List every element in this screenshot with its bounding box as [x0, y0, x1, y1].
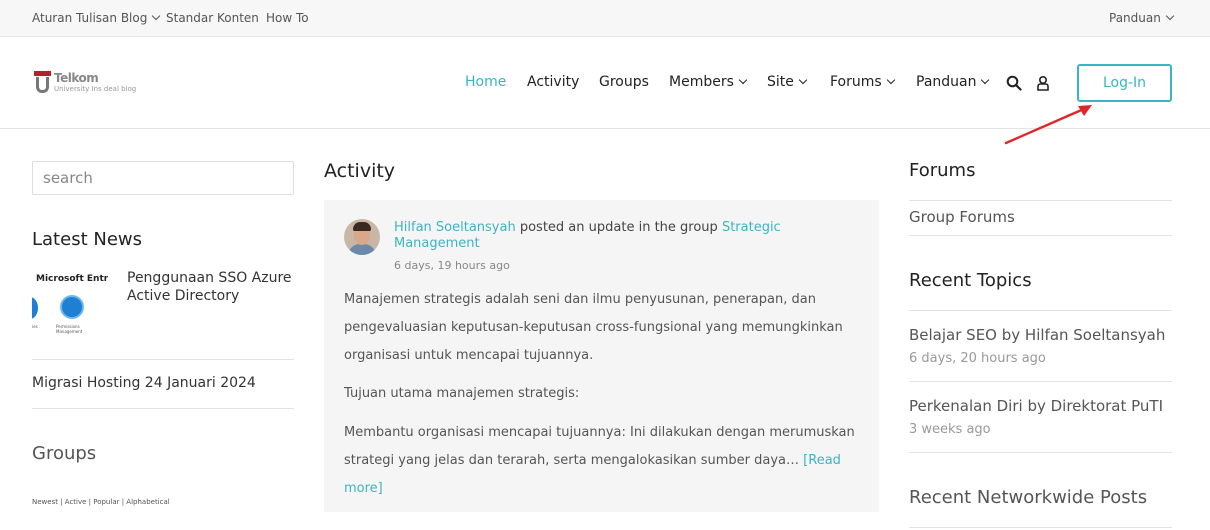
- nav-site[interactable]: Site: [767, 74, 808, 90]
- nav-label: Site: [767, 74, 794, 90]
- nav-home[interactable]: Home: [465, 74, 506, 90]
- nav-label: Forums: [830, 74, 882, 90]
- nav-forums[interactable]: Forums: [830, 74, 895, 90]
- thumbnail-graphic: [32, 297, 38, 319]
- post-paragraph: Membantu organisasi mencapai tujuannya: …: [344, 419, 859, 503]
- thumbnail-caption: Permissions Management: [56, 324, 83, 334]
- divider: [32, 408, 294, 409]
- activity-post: Hilfan Soeltansyah posted an update in t…: [324, 200, 879, 512]
- topbar-link-panduan[interactable]: Panduan: [1109, 11, 1175, 25]
- post-paragraph-text: Membantu organisasi mencapai tujuannya: …: [344, 425, 855, 468]
- topic-author-link[interactable]: Direktorat PuTI: [1051, 397, 1163, 415]
- chevron-down-icon: [886, 75, 895, 85]
- nav-groups[interactable]: Groups: [599, 74, 649, 90]
- post-paragraph: Manajemen strategis adalah seni dan ilmu…: [344, 292, 843, 363]
- post-timestamp[interactable]: 6 days, 19 hours ago: [394, 259, 510, 272]
- news-thumbnail[interactable]: Microsoft Entra ies Permissions Manageme…: [32, 270, 108, 337]
- nav-label: Members: [669, 74, 734, 90]
- topic-by: by: [996, 326, 1025, 344]
- post-author-link[interactable]: Hilfan Soeltansyah: [394, 220, 516, 235]
- topic-author-link[interactable]: Hilfan Soeltansyah: [1025, 326, 1165, 344]
- recent-topics-heading: Recent Topics: [909, 270, 1032, 291]
- annotation-arrow-icon: [1004, 105, 1092, 145]
- nav-label: Panduan: [916, 74, 977, 90]
- divider: [909, 452, 1172, 453]
- news-item-link[interactable]: Migrasi Hosting 24 Januari 2024: [32, 375, 256, 391]
- topbar-link-aturan-tulisan[interactable]: Aturan Tulisan Blog: [32, 11, 161, 25]
- search-icon[interactable]: [1006, 75, 1022, 91]
- logo-name: Telkom: [54, 71, 99, 85]
- chevron-down-icon: [152, 11, 161, 21]
- site-logo[interactable]: Telkom University Ins deal blog: [34, 71, 146, 97]
- topic-timestamp: 3 weeks ago: [909, 422, 991, 437]
- divider: [909, 235, 1172, 236]
- latest-news-heading: Latest News: [32, 229, 142, 250]
- login-button[interactable]: Log-In: [1077, 64, 1172, 102]
- nav-activity[interactable]: Activity: [527, 74, 579, 90]
- chevron-down-icon: [738, 75, 748, 85]
- nav-members[interactable]: Members: [669, 74, 748, 90]
- topic-link[interactable]: Perkenalan Diri: [909, 397, 1023, 415]
- groups-filter-links[interactable]: Newest | Active | Popular | Alphabetical: [32, 498, 170, 506]
- chevron-down-icon: [798, 75, 808, 85]
- divider: [909, 381, 1172, 382]
- nav-panduan[interactable]: Panduan: [916, 74, 990, 90]
- user-icon[interactable]: [1035, 75, 1051, 91]
- topic-link[interactable]: Belajar SEO: [909, 326, 997, 344]
- topic-item: Perkenalan Diri by Direktorat PuTI: [909, 397, 1163, 415]
- topic-timestamp: 6 days, 20 hours ago: [909, 351, 1046, 366]
- topic-item: Belajar SEO by Hilfan Soeltansyah: [909, 326, 1165, 344]
- post-action-text: posted an update in the group: [515, 220, 722, 235]
- page-title: Activity: [324, 160, 396, 182]
- thumbnail-graphic: [60, 295, 84, 319]
- topic-by: by: [1022, 397, 1051, 415]
- topbar-link-standar-konten[interactable]: Standar Konten: [166, 11, 259, 25]
- group-forums-link[interactable]: Group Forums: [909, 208, 1015, 226]
- topbar-link-label: Aturan Tulisan Blog: [32, 11, 148, 25]
- post-paragraph: Tujuan utama manajemen strategis:: [344, 386, 580, 401]
- top-bar: Aturan Tulisan Blog Standar Konten How T…: [0, 0, 1210, 37]
- groups-heading: Groups: [32, 443, 97, 464]
- topbar-link-label: Panduan: [1109, 11, 1161, 25]
- topbar-link-how-to[interactable]: How To: [266, 11, 309, 25]
- divider: [32, 359, 294, 360]
- post-header: Hilfan Soeltansyah posted an update in t…: [394, 220, 794, 252]
- logo-subtitle: University Ins deal blog: [54, 85, 137, 93]
- logo-mark: [34, 71, 51, 93]
- thumbnail-title: Microsoft Entra: [36, 274, 108, 284]
- divider: [909, 310, 1172, 311]
- recent-networkwide-posts-heading: Recent Networkwide Posts: [909, 487, 1148, 508]
- chevron-down-icon: [981, 75, 990, 85]
- forums-heading: Forums: [909, 160, 976, 181]
- sidebar-search-input[interactable]: [32, 161, 294, 195]
- chevron-down-icon: [1165, 11, 1175, 21]
- thumbnail-caption: ies: [32, 324, 38, 329]
- news-item-link[interactable]: Penggunaan SSO Azure Active Directory: [127, 269, 292, 305]
- divider: [909, 527, 1172, 528]
- avatar[interactable]: [344, 219, 380, 255]
- divider: [909, 200, 1172, 201]
